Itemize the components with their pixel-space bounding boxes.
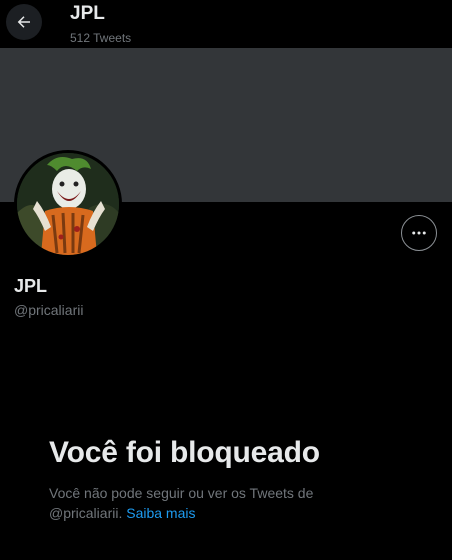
more-horizontal-icon <box>412 231 426 235</box>
back-button[interactable] <box>6 4 42 40</box>
blocked-message: Você não pode seguir ou ver os Tweets de… <box>49 483 349 523</box>
avatar-joker-image <box>17 153 119 255</box>
blocked-message-line2: @pricaliarii. <box>49 505 123 521</box>
blocked-title: Você foi bloqueado <box>49 436 320 469</box>
profile-handle: @pricaliarii <box>14 302 84 318</box>
header-title: JPL <box>70 3 105 24</box>
blocked-message-line1: Você não pode seguir ou ver os Tweets de <box>49 485 314 501</box>
tweet-count: 512 Tweets <box>70 31 132 45</box>
avatar[interactable] <box>14 150 122 258</box>
arrow-left-icon <box>17 16 30 28</box>
more-options-button[interactable] <box>401 215 437 251</box>
top-bar: JPL 512 Tweets <box>0 0 452 48</box>
learn-more-link[interactable]: Saiba mais <box>126 505 195 521</box>
profile-display-name: JPL <box>14 276 48 296</box>
